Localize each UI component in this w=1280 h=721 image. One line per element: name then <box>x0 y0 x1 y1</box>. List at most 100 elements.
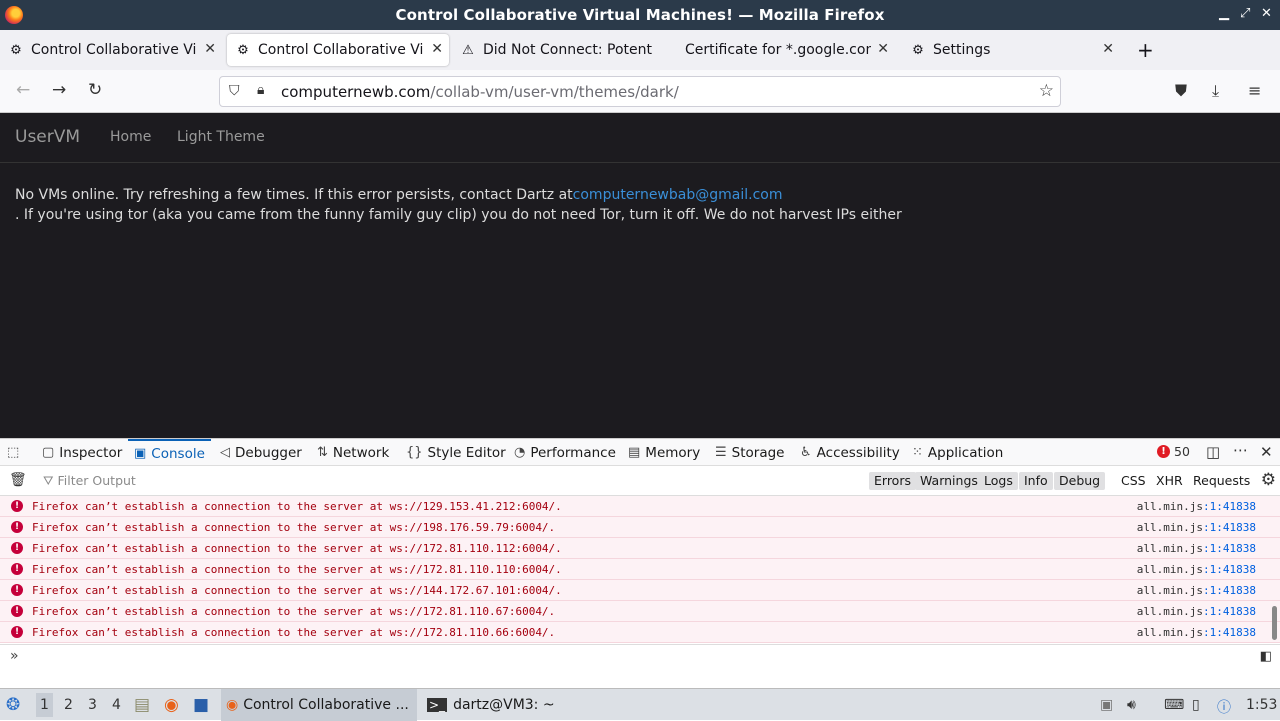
back-icon[interactable]: ← <box>16 80 30 100</box>
tab-certificate[interactable]: Certificate for *.google.com ✕ <box>685 30 895 70</box>
tracking-protection-icon[interactable]: ⛉ <box>229 83 240 99</box>
tab-storage[interactable]: ☰ Storage <box>715 439 784 466</box>
tab-label: Settings <box>933 42 991 58</box>
workspace-3[interactable]: 3 <box>88 697 97 713</box>
tab-console[interactable]: ▣ Console <box>128 439 211 466</box>
warning-icon: ⚠ <box>462 42 474 58</box>
taskbar-window-terminal[interactable]: >_ dartz@VM3: ~ <box>427 689 555 721</box>
error-count-badge[interactable]: ! 50 <box>1157 444 1190 459</box>
close-tab-icon[interactable]: ✕ <box>204 41 216 57</box>
start-menu-icon[interactable]: ❂ <box>6 689 20 721</box>
close-tab-icon[interactable]: ✕ <box>431 41 443 57</box>
workspace-1[interactable]: 1 <box>36 693 53 717</box>
console-error-row[interactable]: ! Firefox can’t establish a connection to… <box>0 538 1280 559</box>
console-settings-icon[interactable]: ⚙ <box>1261 470 1276 490</box>
tab-collab-2[interactable]: ⚙ Control Collaborative Virtual Machines… <box>227 34 449 66</box>
tab-accessibility[interactable]: ♿︎ Accessibility <box>800 439 900 466</box>
firefox-launcher-icon[interactable]: ◉ <box>164 689 179 721</box>
tab-network[interactable]: ⇅ Network <box>317 439 389 466</box>
tab-performance[interactable]: ◔ Performance <box>514 439 616 466</box>
tab-did-not-connect[interactable]: ⚠ Did Not Connect: Potential Security Is… <box>460 30 676 70</box>
filter-xhr[interactable]: XHR <box>1151 472 1188 490</box>
pocket-icon[interactable]: ⛊ <box>1175 81 1187 101</box>
file-manager-icon[interactable]: ▤ <box>134 689 150 721</box>
keyboard-icon[interactable]: ⌨ <box>1164 697 1184 713</box>
tab-collab-1[interactable]: ⚙ Control Collaborative Virtual Machines… <box>8 30 222 70</box>
url-host: computernewb.com <box>281 83 431 101</box>
source-link[interactable]: all.min.js:1:41838 <box>1137 542 1256 555</box>
network-icon: ⇅ <box>317 445 328 460</box>
console-scrollbar[interactable] <box>1272 606 1277 640</box>
tab-inspector[interactable]: ▢ Inspector <box>42 439 122 466</box>
volume-icon[interactable]: 🔊︎ <box>1127 697 1136 713</box>
menu-icon[interactable]: ≡ <box>1248 81 1261 100</box>
taskbar-window-firefox[interactable]: ◉ Control Collaborative ... <box>221 689 417 721</box>
devtools-toolbar: ⬚ ▢ Inspector ▣ Console ◁ Debugger ⇅ Network… <box>0 438 1280 466</box>
contact-email-link[interactable]: computernewbab@gmail.com <box>573 187 783 203</box>
url-bar[interactable]: ⛉ 🔒︎ computernewb.com/collab-vm/user-vm/… <box>219 76 1061 107</box>
close-tab-icon[interactable]: ✕ <box>1102 41 1114 57</box>
tab-label: Certificate for *.google.com <box>685 42 871 58</box>
console-error-row[interactable]: ! Firefox can’t establish a connection to… <box>0 517 1280 538</box>
error-icon: ! <box>11 626 23 638</box>
console-error-row[interactable]: ! Firefox can’t establish a connection to… <box>0 622 1280 643</box>
filter-output-input[interactable]: ⛛ Filter Output <box>43 473 136 489</box>
source-link[interactable]: all.min.js:1:41838 <box>1137 563 1256 576</box>
clock[interactable]: 1:53 <box>1246 697 1277 713</box>
notification-icon[interactable]: ⓘ <box>1217 697 1231 717</box>
nav-link-light-theme[interactable]: Light Theme <box>177 129 265 145</box>
nav-link-home[interactable]: Home <box>110 129 151 145</box>
close-tab-icon[interactable]: ✕ <box>877 41 889 57</box>
sidebar-toggle-icon[interactable]: ◧ <box>1260 649 1272 664</box>
tab-debugger[interactable]: ◁ Debugger <box>220 439 302 466</box>
tab-memory[interactable]: ▤ Memory <box>628 439 700 466</box>
new-tab-icon[interactable]: + <box>1137 30 1157 70</box>
source-link[interactable]: all.min.js:1:41838 <box>1137 626 1256 639</box>
console-error-row[interactable]: ! Firefox can’t establish a connection to… <box>0 601 1280 622</box>
bookmark-star-icon[interactable]: ☆ <box>1039 81 1054 101</box>
navigation-toolbar: ← → ↻ ⛉ 🔒︎ computernewb.com/collab-vm/us… <box>0 70 1280 113</box>
tab-label: Did Not Connect: Potential Security Issu… <box>483 42 653 58</box>
source-link[interactable]: all.min.js:1:41838 <box>1137 605 1256 618</box>
window-title: Control Collaborative Virtual Machines! … <box>395 6 885 24</box>
filter-warnings[interactable]: Warnings <box>915 472 983 490</box>
filter-errors[interactable]: Errors <box>869 472 916 490</box>
source-link[interactable]: all.min.js:1:41838 <box>1137 584 1256 597</box>
download-icon[interactable]: ⤓ <box>1212 81 1219 101</box>
close-window-icon[interactable]: ✕ <box>1261 6 1272 21</box>
filter-requests[interactable]: Requests <box>1188 472 1255 490</box>
site-brand[interactable]: UserVM <box>15 127 80 147</box>
tray-clipboard-icon[interactable]: ▣ <box>1100 697 1113 713</box>
notes-icon[interactable]: ▯ <box>1192 697 1200 713</box>
accessibility-icon: ♿︎ <box>800 445 812 460</box>
desktop-icon[interactable]: ■ <box>193 689 209 721</box>
more-options-icon[interactable]: ⋯ <box>1233 441 1248 459</box>
close-devtools-icon[interactable]: ✕ <box>1260 443 1273 461</box>
maximize-icon[interactable]: ⤢ <box>1240 6 1250 21</box>
console-error-row[interactable]: ! Firefox can’t establish a connection to… <box>0 496 1280 517</box>
source-link[interactable]: all.min.js:1:41838 <box>1137 521 1256 534</box>
dock-layout-icon[interactable]: ◫ <box>1206 443 1220 461</box>
console-error-row[interactable]: ! Firefox can’t establish a connection to… <box>0 559 1280 580</box>
tab-settings[interactable]: ⚙ Settings ✕ <box>910 30 1120 70</box>
pick-element-icon[interactable]: ⬚ <box>7 439 24 466</box>
filter-logs[interactable]: Logs <box>979 472 1018 490</box>
tab-style-editor[interactable]: {} Style Editor <box>406 439 506 466</box>
vm-icon: ⚙ <box>10 42 22 58</box>
error-message: No VMs online. Try refreshing a few time… <box>15 185 902 225</box>
firefox-icon: ◉ <box>226 697 239 713</box>
minimize-icon[interactable]: ▁ <box>1219 6 1229 21</box>
filter-info[interactable]: Info <box>1019 472 1053 490</box>
lock-icon[interactable]: 🔒︎ <box>257 82 264 98</box>
source-link[interactable]: all.min.js:1:41838 <box>1137 500 1256 513</box>
filter-debug[interactable]: Debug <box>1054 472 1106 490</box>
tab-application[interactable]: ⁙ Application <box>912 439 1003 466</box>
filter-css[interactable]: CSS <box>1116 472 1151 490</box>
reload-icon[interactable]: ↻ <box>88 80 102 100</box>
clear-console-icon[interactable]: 🗑︎ <box>9 472 27 488</box>
workspace-2[interactable]: 2 <box>64 697 73 713</box>
console-input[interactable]: » ◧ <box>0 644 1280 668</box>
console-error-row[interactable]: ! Firefox can’t establish a connection to… <box>0 580 1280 601</box>
workspace-4[interactable]: 4 <box>112 697 121 713</box>
forward-icon[interactable]: → <box>52 80 66 100</box>
